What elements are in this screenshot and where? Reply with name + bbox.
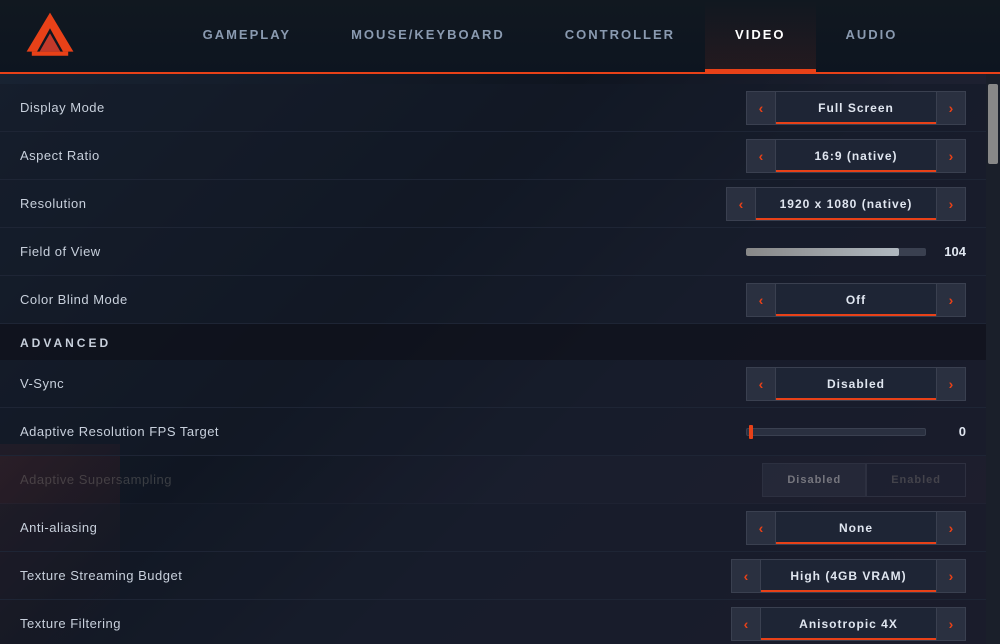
anti-aliasing-selector: ‹ None ›	[746, 511, 966, 545]
texture-filtering-row: Texture Filtering ‹ Anisotropic 4X ›	[0, 600, 986, 644]
texture-streaming-selector: ‹ High (4GB VRAM) ›	[731, 559, 966, 593]
color-blind-label: Color Blind Mode	[20, 292, 746, 307]
fov-label: Field of View	[20, 244, 746, 259]
anti-aliasing-control: ‹ None ›	[746, 511, 966, 545]
adaptive-fps-value: 0	[936, 424, 966, 439]
adaptive-fps-slider[interactable]	[746, 428, 926, 436]
aspect-ratio-control: ‹ 16:9 (native) ›	[746, 139, 966, 173]
adaptive-fps-row: Adaptive Resolution FPS Target 0	[0, 408, 986, 456]
texture-streaming-next[interactable]: ›	[936, 559, 966, 593]
tab-video[interactable]: VIDEO	[705, 0, 815, 72]
settings-panel[interactable]: Display Mode ‹ Full Screen › Aspect Rati…	[0, 74, 986, 644]
anti-aliasing-next[interactable]: ›	[936, 511, 966, 545]
vsync-label: V-Sync	[20, 376, 746, 391]
adaptive-supersampling-label: Adaptive Supersampling	[20, 472, 762, 487]
anti-aliasing-label: Anti-aliasing	[20, 520, 746, 535]
tab-controller[interactable]: CONTROLLER	[535, 0, 705, 72]
aspect-ratio-value: 16:9 (native)	[776, 139, 936, 173]
display-mode-label: Display Mode	[20, 100, 746, 115]
texture-streaming-prev[interactable]: ‹	[731, 559, 761, 593]
adaptive-supersampling-toggle: Disabled Enabled	[762, 463, 966, 497]
color-blind-row: Color Blind Mode ‹ Off ›	[0, 276, 986, 324]
aspect-ratio-selector: ‹ 16:9 (native) ›	[746, 139, 966, 173]
advanced-section-header: ADVANCED	[0, 324, 986, 360]
fov-row: Field of View 104	[0, 228, 986, 276]
adaptive-supersampling-row: Adaptive Supersampling Disabled Enabled	[0, 456, 986, 504]
adaptive-supersampling-enabled-btn: Enabled	[866, 463, 966, 497]
anti-aliasing-prev[interactable]: ‹	[746, 511, 776, 545]
aspect-ratio-row: Aspect Ratio ‹ 16:9 (native) ›	[0, 132, 986, 180]
vsync-selector: ‹ Disabled ›	[746, 367, 966, 401]
color-blind-control: ‹ Off ›	[746, 283, 966, 317]
texture-filtering-value: Anisotropic 4X	[761, 607, 936, 641]
apex-logo-icon	[24, 10, 76, 62]
texture-streaming-row: Texture Streaming Budget ‹ High (4GB VRA…	[0, 552, 986, 600]
adaptive-supersampling-disabled-btn: Disabled	[762, 463, 866, 497]
color-blind-prev[interactable]: ‹	[746, 283, 776, 317]
vsync-row: V-Sync ‹ Disabled ›	[0, 360, 986, 408]
resolution-label: Resolution	[20, 196, 726, 211]
display-mode-row: Display Mode ‹ Full Screen ›	[0, 84, 986, 132]
color-blind-value: Off	[776, 283, 936, 317]
vsync-next[interactable]: ›	[936, 367, 966, 401]
resolution-selector: ‹ 1920 x 1080 (native) ›	[726, 187, 966, 221]
main-content: Display Mode ‹ Full Screen › Aspect Rati…	[0, 74, 1000, 644]
adaptive-fps-marker	[749, 425, 753, 439]
texture-filtering-selector: ‹ Anisotropic 4X ›	[731, 607, 966, 641]
texture-streaming-value: High (4GB VRAM)	[761, 559, 936, 593]
display-mode-prev[interactable]: ‹	[746, 91, 776, 125]
texture-streaming-control: ‹ High (4GB VRAM) ›	[731, 559, 966, 593]
aspect-ratio-label: Aspect Ratio	[20, 148, 746, 163]
texture-streaming-label: Texture Streaming Budget	[20, 568, 731, 583]
adaptive-supersampling-control: Disabled Enabled	[762, 463, 966, 497]
fov-control: 104	[746, 244, 966, 259]
display-mode-value: Full Screen	[776, 91, 936, 125]
fov-value: 104	[936, 244, 966, 259]
anti-aliasing-row: Anti-aliasing ‹ None ›	[0, 504, 986, 552]
color-blind-next[interactable]: ›	[936, 283, 966, 317]
vsync-control: ‹ Disabled ›	[746, 367, 966, 401]
tab-mouse-keyboard[interactable]: MOUSE/KEYBOARD	[321, 0, 535, 72]
aspect-ratio-prev[interactable]: ‹	[746, 139, 776, 173]
scrollbar[interactable]	[986, 74, 1000, 644]
fov-slider-track[interactable]	[746, 248, 926, 256]
adaptive-fps-control: 0	[746, 424, 966, 439]
vsync-value: Disabled	[776, 367, 936, 401]
display-mode-selector: ‹ Full Screen ›	[746, 91, 966, 125]
aspect-ratio-next[interactable]: ›	[936, 139, 966, 173]
texture-filtering-next[interactable]: ›	[936, 607, 966, 641]
anti-aliasing-value: None	[776, 511, 936, 545]
tab-gameplay[interactable]: GAMEPLAY	[173, 0, 321, 72]
resolution-next[interactable]: ›	[936, 187, 966, 221]
tab-audio[interactable]: AUDIO	[816, 0, 928, 72]
resolution-control: ‹ 1920 x 1080 (native) ›	[726, 187, 966, 221]
texture-filtering-label: Texture Filtering	[20, 616, 731, 631]
resolution-value: 1920 x 1080 (native)	[756, 187, 936, 221]
resolution-row: Resolution ‹ 1920 x 1080 (native) ›	[0, 180, 986, 228]
fov-slider-fill	[746, 248, 899, 256]
advanced-title: ADVANCED	[20, 336, 111, 350]
header: GAMEPLAY MOUSE/KEYBOARD CONTROLLER VIDEO…	[0, 0, 1000, 74]
color-blind-selector: ‹ Off ›	[746, 283, 966, 317]
display-mode-control: ‹ Full Screen ›	[746, 91, 966, 125]
resolution-prev[interactable]: ‹	[726, 187, 756, 221]
display-mode-next[interactable]: ›	[936, 91, 966, 125]
scrollbar-thumb[interactable]	[988, 84, 998, 164]
texture-filtering-prev[interactable]: ‹	[731, 607, 761, 641]
nav-tabs: GAMEPLAY MOUSE/KEYBOARD CONTROLLER VIDEO…	[100, 0, 1000, 72]
logo-area	[0, 0, 100, 72]
adaptive-fps-label: Adaptive Resolution FPS Target	[20, 424, 746, 439]
vsync-prev[interactable]: ‹	[746, 367, 776, 401]
texture-filtering-control: ‹ Anisotropic 4X ›	[731, 607, 966, 641]
